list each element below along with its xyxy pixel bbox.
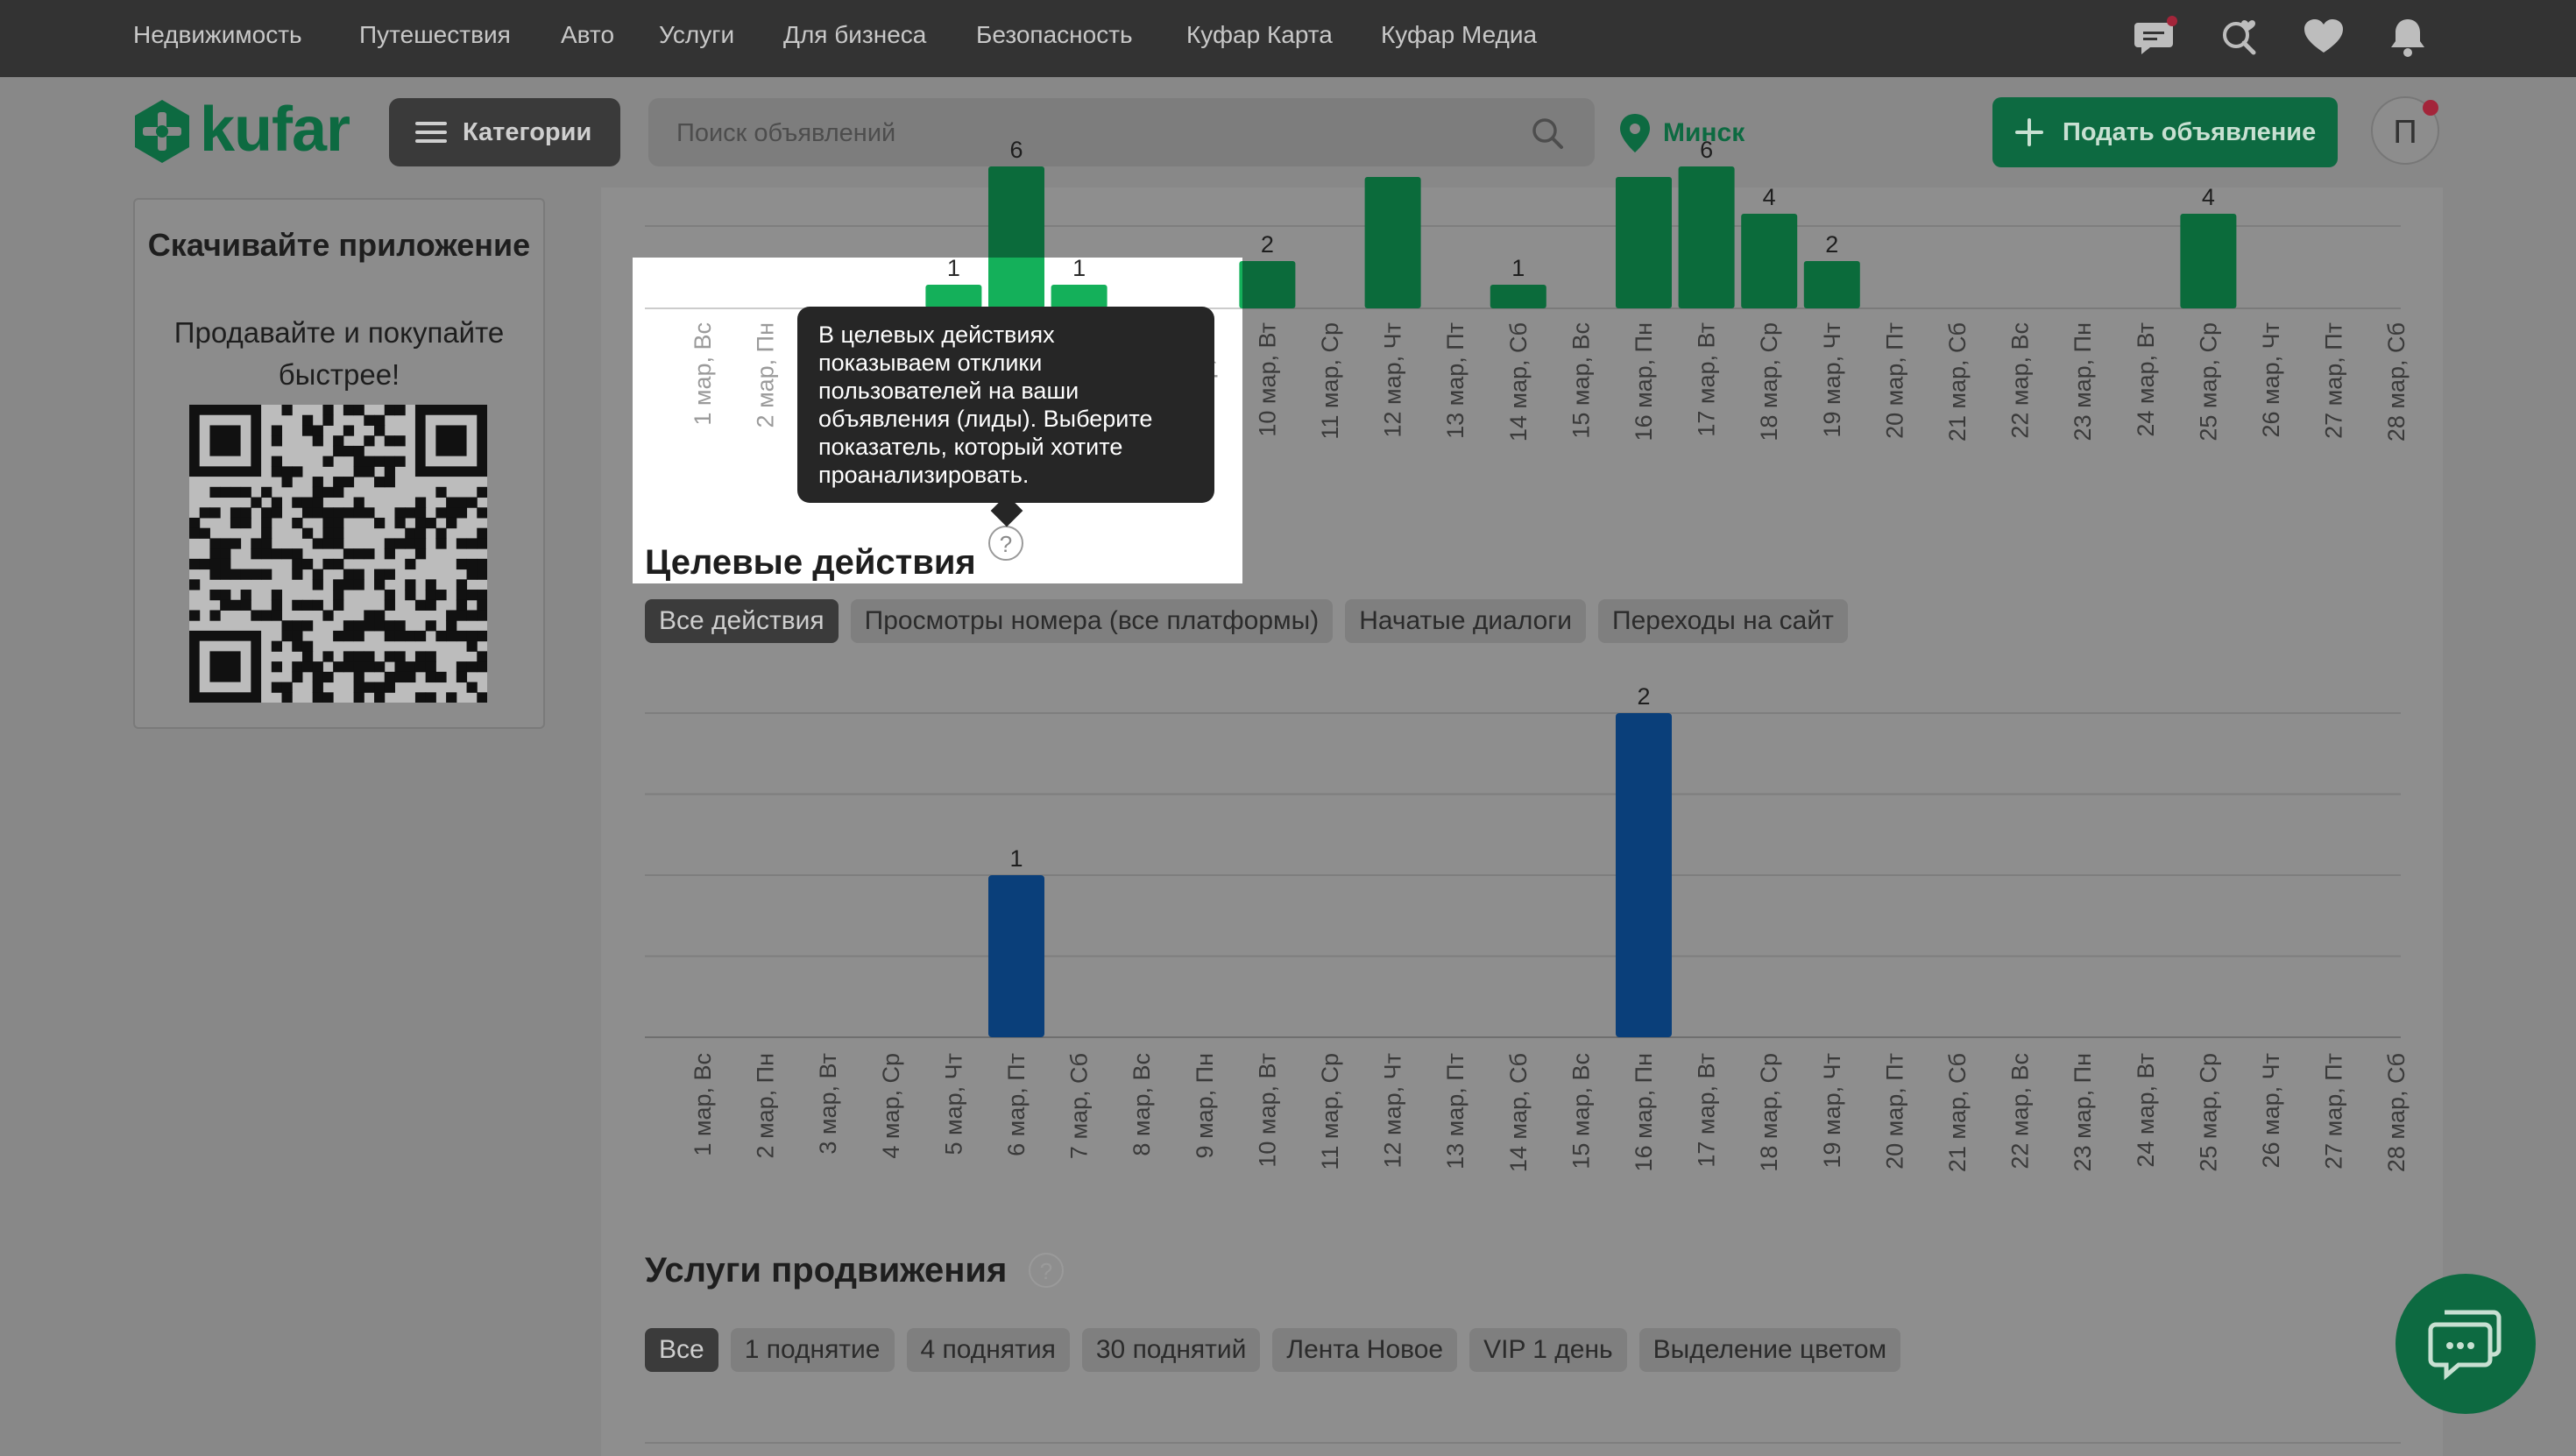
chart1-tick-label: 17 мар, Вт xyxy=(1694,322,1720,437)
chip-promo-color[interactable]: Выделение цветом xyxy=(1638,1328,1901,1372)
chart2-tick-label: 25 мар, Ср xyxy=(2195,1053,2221,1172)
chart1-bar[interactable] xyxy=(1239,261,1242,308)
chart1-tick-label: 25 мар, Ср xyxy=(2195,322,2221,442)
chart2-tick-label: 13 мар, Пт xyxy=(1442,1053,1468,1170)
chart2-tick-label: 6 мар, Пт xyxy=(1003,1053,1030,1156)
chart2-tick-label: 18 мар, Ср xyxy=(1756,1053,1782,1172)
promo-help-icon[interactable]: ? xyxy=(1029,1253,1064,1288)
chart1-tick-label: 10 мар, Вт xyxy=(1254,322,1280,437)
chip-promo-1-bump[interactable]: 1 поднятие xyxy=(730,1328,895,1372)
chart2-tick-label: 14 мар, Сб xyxy=(1505,1053,1532,1172)
chart1-tick-label: 27 мар, Пт xyxy=(2321,322,2347,439)
chip-promo-feed-new[interactable]: Лента Новое xyxy=(1272,1328,1458,1372)
chart1-tick-label: 18 мар, Ср xyxy=(1756,322,1782,442)
chart2-tick-label: 10 мар, Вт xyxy=(1254,1053,1280,1168)
chart1-tick-label: 20 мар, Пт xyxy=(1881,322,1907,439)
chart1-tick-label: 23 мар, Пн xyxy=(2070,322,2096,441)
chart1-value-label: 4 xyxy=(1763,184,1776,210)
chart1-bar[interactable] xyxy=(1364,177,1421,308)
chart1-bar[interactable] xyxy=(1616,177,1672,308)
chart1-value-label: 1 xyxy=(1072,258,1086,281)
chart1-bar[interactable] xyxy=(1741,214,1798,308)
chart2-tick-label: 15 мар, Вс xyxy=(1568,1053,1594,1170)
chart1-value-label: 1 xyxy=(1511,255,1525,281)
chart1-tick-label: 14 мар, Сб xyxy=(1505,322,1532,442)
promo-section-title: Услуги продвижения xyxy=(645,1251,1008,1290)
chart1-tick-label: 28 мар, Сб xyxy=(2383,322,2410,442)
chart2-tick-label: 8 мар, Вс xyxy=(1129,1053,1155,1156)
chart1-value-label: 6 xyxy=(1009,137,1023,163)
chart1-tick-label: 2 мар, Пн xyxy=(753,322,779,428)
targets-section-title: Целевые действия xyxy=(645,543,976,582)
chart2-tick-label: 26 мар, Чт xyxy=(2258,1053,2284,1169)
chart2-tick-label: 21 мар, Сб xyxy=(1944,1053,1971,1172)
chart1-tick-label: 1 мар, Вс xyxy=(690,322,716,426)
chart1-tick-label: 22 мар, Вс xyxy=(2007,322,2034,439)
support-chat-button[interactable] xyxy=(2396,1274,2536,1414)
chart2-tick-label: 3 мар, Вт xyxy=(815,1053,841,1155)
chart1-bar[interactable] xyxy=(1239,261,1296,308)
chip-promo-30-bumps[interactable]: 30 поднятий xyxy=(1081,1328,1261,1372)
targets-chart: 1 мар, Вс 2 мар, Пн 3 мар, Вт 4 мар, Ср 5 ма… xyxy=(645,683,2410,1172)
chart2-tick-label: 2 мар, Пн xyxy=(753,1053,779,1158)
chart1-value-label: 2 xyxy=(1825,231,1838,258)
chart1-tick-label: 12 мар, Чт xyxy=(1380,322,1406,438)
chart2-tick-label: 27 мар, Пт xyxy=(2321,1053,2347,1170)
chart1-tick-label: 19 мар, Чт xyxy=(1819,322,1845,438)
chart1-bar[interactable] xyxy=(1803,261,1860,308)
chart1-bar[interactable] xyxy=(925,285,982,308)
chart1-tick-label: 21 мар, Сб xyxy=(1944,322,1971,442)
chat-bubbles-icon xyxy=(2428,1310,2502,1381)
chart1-tick-label: 26 мар, Чт xyxy=(2258,322,2284,438)
chart2-tick-label: 19 мар, Чт xyxy=(1819,1053,1845,1169)
chip-promo-vip[interactable]: VIP 1 день xyxy=(1469,1328,1627,1372)
chart2-tick-label: 5 мар, Чт xyxy=(940,1053,966,1155)
chart1-tick-label: 11 мар, Ср xyxy=(1317,322,1343,440)
chart1-bar[interactable] xyxy=(1678,166,1735,308)
chart2-tick-label: 20 мар, Пт xyxy=(1881,1053,1907,1170)
targets-tooltip: В целевых действиях показываем отклики п… xyxy=(797,307,1214,503)
chart1-value-label: 4 xyxy=(2202,184,2215,210)
chart2-tick-label: 9 мар, Пн xyxy=(1192,1053,1218,1158)
chart1-bar[interactable] xyxy=(1051,285,1108,308)
chart1-bar[interactable] xyxy=(2180,214,2237,308)
chart2-value-label: 2 xyxy=(1637,683,1650,710)
chart2-tick-label: 23 мар, Пн xyxy=(2070,1053,2096,1171)
chart1-tick-label: 15 мар, Вс xyxy=(1568,322,1594,439)
chart2-tick-label: 22 мар, Вс xyxy=(2007,1053,2034,1170)
chart1-bar[interactable] xyxy=(1490,285,1546,308)
views-chart: 1 мар, Вс2 мар, Пн3 мар, Вт4 мар, Ср15 м… xyxy=(645,137,2410,442)
chart2-tick-label: 17 мар, Вт xyxy=(1694,1053,1720,1168)
chart2-tick-label: 16 мар, Пн xyxy=(1631,1053,1657,1171)
chip-promo-4-bumps[interactable]: 4 поднятия xyxy=(906,1328,1070,1372)
chart1-value-label: 1 xyxy=(947,258,960,281)
chart2-tick-label: 28 мар, Сб xyxy=(2383,1053,2410,1172)
chart2-tick-label: 11 мар, Ср xyxy=(1317,1053,1343,1170)
chart2-bar[interactable] xyxy=(988,875,1044,1037)
chip-promo-all[interactable]: Все xyxy=(645,1328,718,1372)
promo-chart-axis xyxy=(645,1442,2401,1444)
targets-help-icon[interactable]: ? xyxy=(988,526,1023,561)
chart1-bar[interactable] xyxy=(988,258,1044,308)
chart2-tick-label: 7 мар, Сб xyxy=(1066,1053,1093,1159)
chart2-tick-label: 1 мар, Вс xyxy=(690,1053,716,1156)
promo-filter-chips: Все 1 поднятие 4 поднятия 30 поднятий Ле… xyxy=(645,1328,1901,1372)
chart1-tick-label: 24 мар, Вт xyxy=(2133,322,2159,437)
chart1-value-label: 6 xyxy=(1700,137,1713,163)
chart2-tick-label: 4 мар, Ср xyxy=(878,1053,904,1159)
chart2-tick-label: 12 мар, Чт xyxy=(1380,1053,1406,1169)
chart2-tick-label: 24 мар, Вт xyxy=(2133,1053,2159,1168)
chart1-tick-label: 16 мар, Пн xyxy=(1631,322,1657,441)
chart2-value-label: 1 xyxy=(1009,845,1023,872)
chart1-tick-label: 13 мар, Пт xyxy=(1442,322,1468,439)
chart2-bar[interactable] xyxy=(1616,713,1672,1037)
chart1-value-label: 2 xyxy=(1261,231,1274,258)
